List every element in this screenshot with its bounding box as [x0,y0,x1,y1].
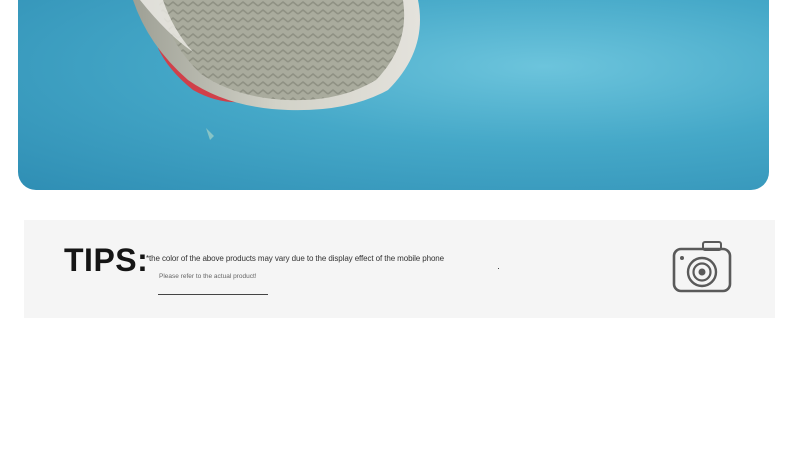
tips-note: Please refer to the actual product! [159,273,257,280]
tips-dot [498,268,499,269]
tips-disclaimer: *the color of the above products may var… [146,254,445,263]
shoe-sole-illustration [133,0,420,140]
tips-heading: TIPS: [64,242,149,278]
product-photo [18,0,769,190]
tips-card: TIPS: *the color of the above products m… [24,220,775,318]
tips-underline [158,294,268,295]
camera-icon [672,241,732,293]
